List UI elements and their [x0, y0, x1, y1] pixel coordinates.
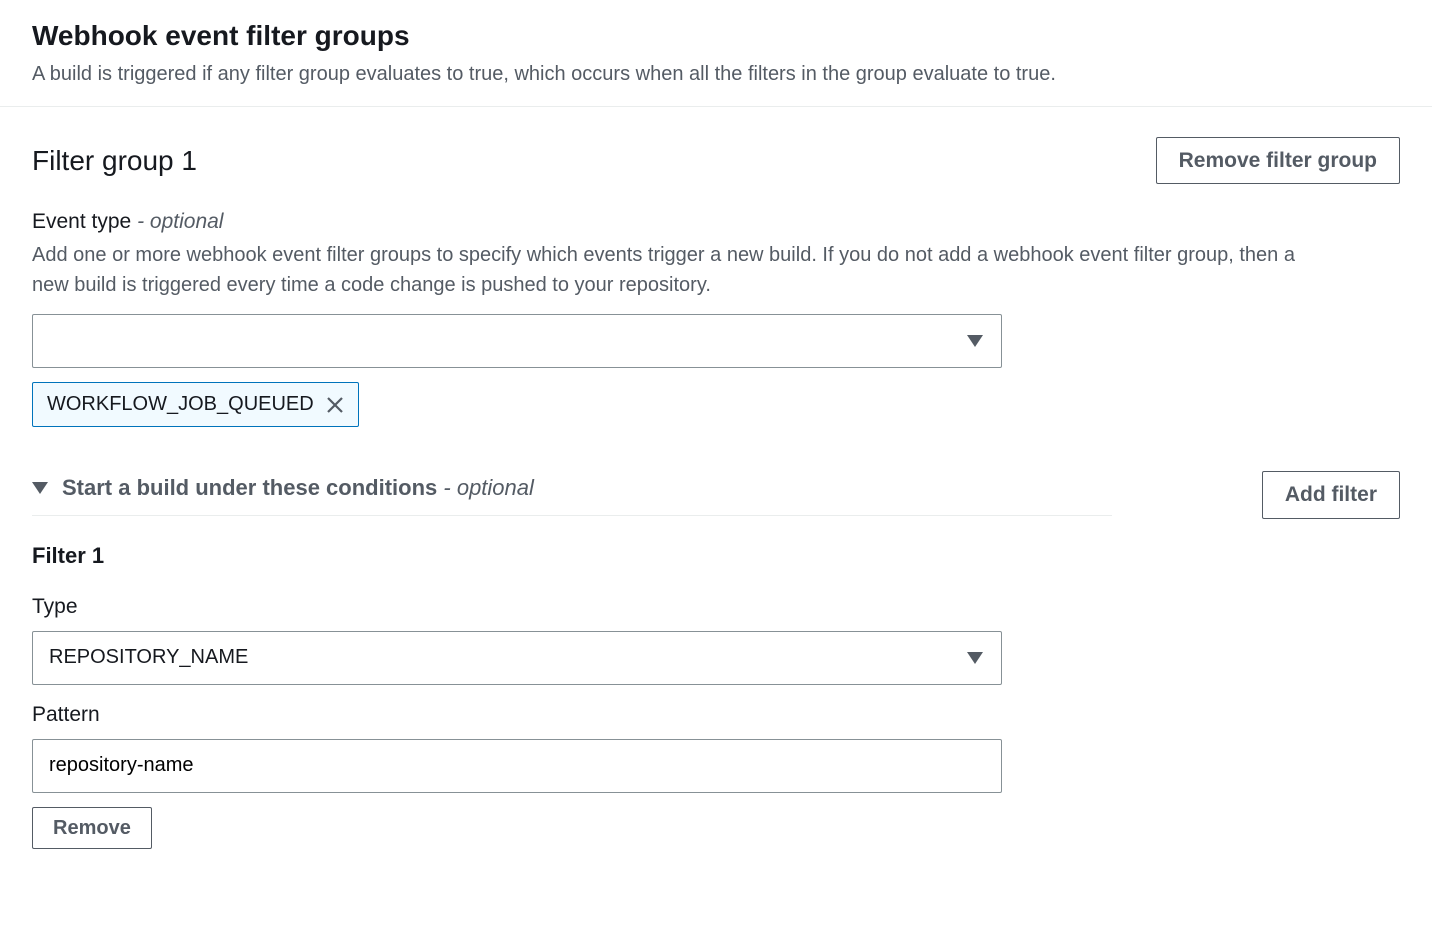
caret-down-icon	[967, 652, 983, 664]
event-type-token: WORKFLOW_JOB_QUEUED	[32, 382, 359, 427]
event-type-optional: - optional	[137, 210, 223, 233]
event-type-label: Event type - optional	[32, 210, 1400, 234]
filter-group-title: Filter group 1	[32, 145, 197, 177]
caret-down-icon	[967, 335, 983, 347]
filter-type-select-value: REPOSITORY_NAME	[49, 646, 248, 669]
conditions-header-row: Start a build under these conditions - o…	[32, 471, 1400, 518]
section-header: Webhook event filter groups A build is t…	[0, 10, 1432, 107]
event-type-label-text: Event type	[32, 210, 131, 233]
add-filter-button[interactable]: Add filter	[1262, 471, 1400, 518]
filter-pattern-field: Pattern	[32, 703, 1400, 793]
caret-down-icon	[32, 482, 48, 494]
filter-type-select[interactable]: REPOSITORY_NAME	[32, 631, 1002, 685]
filter-type-field: Type REPOSITORY_NAME	[32, 595, 1400, 685]
conditions-heading: Start a build under these conditions - o…	[62, 475, 534, 501]
close-icon[interactable]	[326, 396, 344, 414]
filter-group-head: Filter group 1 Remove filter group	[32, 137, 1400, 184]
section-title: Webhook event filter groups	[32, 20, 1400, 52]
conditions-optional: - optional	[443, 475, 534, 500]
webhook-filter-groups-panel: Webhook event filter groups A build is t…	[0, 10, 1432, 861]
event-type-tokens: WORKFLOW_JOB_QUEUED	[32, 382, 1400, 427]
filter-pattern-input[interactable]	[32, 739, 1002, 793]
remove-filter-button[interactable]: Remove	[32, 807, 152, 849]
section-description: A build is triggered if any filter group…	[32, 60, 1400, 88]
event-type-hint: Add one or more webhook event filter gro…	[32, 240, 1332, 300]
remove-filter-group-button[interactable]: Remove filter group	[1156, 137, 1400, 184]
conditions-heading-text: Start a build under these conditions	[62, 475, 437, 500]
filter-group-1: Filter group 1 Remove filter group Event…	[0, 107, 1432, 861]
filter-pattern-label: Pattern	[32, 703, 1400, 727]
filter-type-label: Type	[32, 595, 1400, 619]
conditions-toggle[interactable]: Start a build under these conditions - o…	[32, 475, 1112, 516]
event-type-token-label: WORKFLOW_JOB_QUEUED	[47, 393, 314, 416]
event-type-select[interactable]	[32, 314, 1002, 368]
filter-1-heading: Filter 1	[32, 543, 1400, 569]
event-type-field: Event type - optional Add one or more we…	[32, 210, 1400, 427]
